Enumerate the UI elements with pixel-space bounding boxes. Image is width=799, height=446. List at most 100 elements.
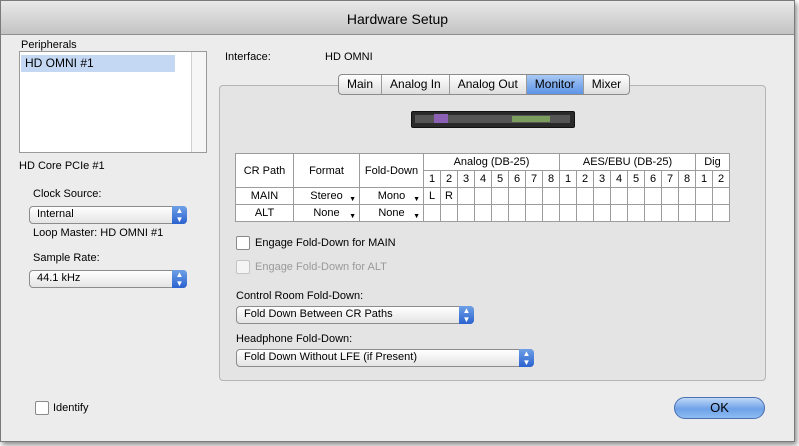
format-alt-dropdown[interactable]: None ▼ (293, 204, 360, 222)
assign-cell[interactable] (678, 187, 696, 205)
channel-header: 3 (593, 170, 611, 188)
channel-header: 1 (695, 170, 713, 188)
engage-main-checkbox[interactable] (236, 236, 250, 250)
tab-analog-out[interactable]: Analog Out (450, 75, 527, 94)
assign-cell[interactable] (576, 187, 594, 205)
assign-cell[interactable] (627, 187, 645, 205)
table-row: ALT None ▼ None ▼ (235, 204, 730, 222)
assign-cell[interactable] (559, 204, 577, 222)
channel-header: 2 (576, 170, 594, 188)
loop-master-text: Loop Master: HD OMNI #1 (33, 227, 164, 239)
fold-down-main-value: Mono (377, 190, 406, 202)
headphone-fold-down-label: Headphone Fold-Down: (236, 333, 353, 345)
meter-leds (512, 116, 550, 122)
clock-source-popup[interactable]: Internal ▲ ▼ (29, 206, 187, 224)
assign-cell[interactable] (610, 187, 628, 205)
assign-cell[interactable] (457, 204, 475, 222)
assign-cell[interactable] (440, 204, 458, 222)
assign-cell[interactable] (610, 204, 628, 222)
engage-alt-label: Engage Fold-Down for ALT (255, 261, 387, 273)
assign-cell[interactable] (491, 204, 509, 222)
assign-cell[interactable] (474, 187, 492, 205)
assign-cell[interactable] (474, 204, 492, 222)
sample-rate-value: 44.1 kHz (37, 272, 81, 284)
assign-cell[interactable] (678, 204, 696, 222)
engage-alt-checkbox[interactable] (236, 260, 250, 274)
interface-label: Interface: (225, 51, 271, 63)
assign-cell[interactable] (593, 187, 611, 205)
window-title: Hardware Setup (346, 11, 449, 27)
sample-rate-label: Sample Rate: (33, 252, 100, 264)
tab-analog-in[interactable]: Analog In (382, 75, 450, 94)
control-room-fold-down-label: Control Room Fold-Down: (236, 290, 364, 302)
assign-cell[interactable]: R (440, 187, 458, 205)
title-bar[interactable]: Hardware Setup (1, 1, 794, 35)
fold-down-main-dropdown[interactable]: Mono ▼ (359, 187, 424, 205)
format-main-dropdown[interactable]: Stereo ▼ (293, 187, 360, 205)
assign-cell[interactable] (525, 204, 543, 222)
headphone-fold-down-popup[interactable]: Fold Down Without LFE (if Present) ▲ ▼ (236, 349, 534, 367)
cr-path-alt: ALT (235, 204, 294, 222)
assign-cell[interactable] (593, 204, 611, 222)
assign-cell[interactable] (508, 204, 526, 222)
control-room-fold-down-popup[interactable]: Fold Down Between CR Paths ▲ ▼ (236, 306, 474, 324)
tab-main[interactable]: Main (339, 75, 383, 94)
channel-header: 8 (678, 170, 696, 188)
channel-header: 2 (440, 170, 458, 188)
channel-header: 5 (491, 170, 509, 188)
clock-source-label: Clock Source: (33, 188, 102, 200)
identify-checkbox[interactable] (35, 401, 49, 415)
interface-value: HD OMNI (325, 51, 373, 63)
assign-cell[interactable] (423, 204, 441, 222)
fold-down-alt-dropdown[interactable]: None ▼ (359, 204, 424, 222)
peripherals-scrollbar[interactable] (191, 52, 206, 152)
assign-cell[interactable] (559, 187, 577, 205)
assign-cell[interactable] (542, 187, 560, 205)
format-header: Format (293, 153, 360, 188)
channel-header: 1 (559, 170, 577, 188)
tab-monitor[interactable]: Monitor (526, 75, 584, 94)
channel-header: 8 (542, 170, 560, 188)
channel-header: 5 (627, 170, 645, 188)
assign-cell[interactable] (491, 187, 509, 205)
sample-rate-popup[interactable]: 44.1 kHz ▲ ▼ (29, 270, 187, 288)
clock-source-value: Internal (37, 208, 74, 220)
avid-logo (434, 114, 448, 123)
peripheral-item-hd-omni[interactable]: HD OMNI #1 (21, 55, 175, 72)
assign-cell[interactable] (457, 187, 475, 205)
peripherals-list: HD OMNI #1 (19, 51, 207, 153)
assign-cell[interactable] (661, 204, 679, 222)
channel-header: 4 (610, 170, 628, 188)
dig-group-header: Dig (695, 153, 730, 171)
monitor-routing-grid: CR Path Format Fold-Down Analog (DB-25) … (235, 153, 730, 222)
hd-omni-device-image (411, 111, 575, 128)
assign-cell[interactable] (576, 204, 594, 222)
channel-header: 6 (508, 170, 526, 188)
popup-arrows-icon: ▲ ▼ (459, 306, 474, 324)
assign-cell[interactable] (542, 204, 560, 222)
assign-cell[interactable] (661, 187, 679, 205)
table-row: MAIN Stereo ▼ Mono ▼ L R (235, 187, 730, 205)
aes-ebu-group-header: AES/EBU (DB-25) (559, 153, 696, 171)
peripheral-item-label: HD OMNI #1 (25, 56, 94, 70)
assign-cell[interactable] (508, 187, 526, 205)
popup-arrows-icon: ▲ ▼ (172, 206, 187, 224)
ok-button[interactable]: OK (674, 397, 765, 419)
tab-mixer[interactable]: Mixer (584, 75, 629, 94)
assign-cell[interactable] (627, 204, 645, 222)
assign-cell[interactable] (525, 187, 543, 205)
hardware-setup-window: Hardware Setup Peripherals HD OMNI #1 HD… (0, 0, 795, 442)
assign-cell[interactable] (695, 204, 713, 222)
assign-cell[interactable] (712, 204, 730, 222)
assign-cell[interactable]: L (423, 187, 441, 205)
engage-main-label: Engage Fold-Down for MAIN (255, 237, 396, 249)
dropdown-arrow-icon: ▼ (349, 213, 356, 220)
assign-cell[interactable] (712, 187, 730, 205)
dropdown-arrow-icon: ▼ (413, 213, 420, 220)
assign-cell[interactable] (644, 187, 662, 205)
assign-cell[interactable] (644, 204, 662, 222)
assign-cell[interactable] (695, 187, 713, 205)
cr-path-header: CR Path (235, 153, 294, 188)
channel-header: 7 (661, 170, 679, 188)
fold-down-alt-value: None (378, 207, 405, 219)
